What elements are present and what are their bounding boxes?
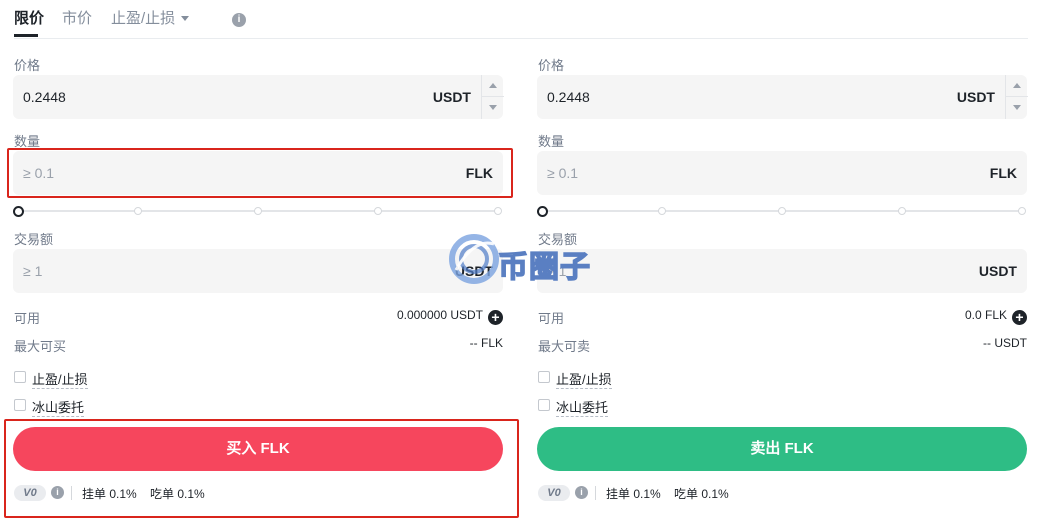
checkbox-icon (14, 371, 26, 383)
divider (595, 486, 596, 500)
sell-amount-input[interactable]: ≥ 0.1 FLK (537, 151, 1027, 195)
buy-max-row: 最大可买 -- FLK (14, 336, 503, 354)
sell-available-value: 0.0 FLK + (965, 308, 1027, 325)
buy-amount-unit: FLK (465, 165, 493, 181)
max-sell-label: 最大可卖 (538, 339, 591, 354)
sell-price-stepper (1005, 75, 1028, 119)
decrement-arrow-icon[interactable] (482, 97, 504, 119)
available-label: 可用 (14, 311, 41, 326)
increment-arrow-icon[interactable] (482, 75, 504, 97)
buy-button[interactable]: 买入 FLK (13, 427, 503, 471)
buy-available-amount: 0.000000 USDT (396, 308, 483, 322)
slider-mark-25[interactable] (134, 207, 142, 215)
maker-fee: 挂单 0.1% (606, 487, 661, 501)
buy-price-unit: USDT (432, 89, 471, 105)
iceberg-option-label: 冰山委托 (32, 397, 85, 417)
sell-fee-info: V0 i 挂单 0.1% 吃单 0.1% (538, 484, 758, 502)
buy-available-row: 可用 0.000000 USDT + (14, 308, 503, 326)
slider-mark-75[interactable] (374, 207, 382, 215)
buy-available-value: 0.000000 USDT + (397, 308, 503, 325)
slider-handle[interactable] (537, 206, 548, 217)
sell-price-input[interactable]: 0.2448 USDT (537, 75, 1028, 119)
max-buy-value: -- FLK (469, 336, 503, 350)
deposit-plus-icon[interactable]: + (488, 310, 503, 325)
tpsl-option-label: 止盈/止损 (32, 369, 88, 389)
max-buy-label: 最大可买 (14, 339, 67, 354)
info-icon[interactable]: i (51, 486, 64, 499)
buy-price-value: 0.2448 (23, 89, 66, 105)
sell-total-placeholder: ≥ 1 (547, 263, 567, 279)
buy-percent-slider[interactable] (13, 205, 503, 217)
sell-button[interactable]: 卖出 FLK (537, 427, 1027, 471)
buy-iceberg-checkbox[interactable]: 冰山委托 (14, 397, 114, 417)
taker-fee: 吃单 0.1% (674, 487, 729, 501)
sell-available-amount: 0.0 FLK (964, 308, 1007, 322)
sell-iceberg-checkbox[interactable]: 冰山委托 (538, 397, 638, 417)
sell-percent-slider[interactable] (537, 205, 1027, 217)
increment-arrow-icon[interactable] (1006, 75, 1028, 97)
sell-total-input[interactable]: ≥ 1 USDT (537, 249, 1027, 293)
slider-mark-50[interactable] (778, 207, 786, 215)
divider (71, 486, 72, 500)
slider-mark-100[interactable] (1018, 207, 1026, 215)
price-label: 价格 (14, 58, 41, 73)
buy-fee-info: V0 i 挂单 0.1% 吃单 0.1% (14, 484, 234, 502)
buy-panel: 价格 0.2448 USDT 数量 ≥ 0.1 FLK 交易额 ≥ 1 USDT… (13, 0, 504, 520)
sell-price-value: 0.2448 (547, 89, 590, 105)
vip-badge: V0 (538, 485, 570, 501)
buy-price-stepper (481, 75, 504, 119)
slider-mark-100[interactable] (494, 207, 502, 215)
checkbox-icon (538, 371, 550, 383)
buy-price-input[interactable]: 0.2448 USDT (13, 75, 504, 119)
checkbox-icon (14, 399, 26, 411)
vip-badge: V0 (14, 485, 46, 501)
sell-amount-placeholder: ≥ 0.1 (547, 165, 579, 181)
sell-max-row: 最大可卖 -- USDT (538, 336, 1027, 354)
sell-panel: 价格 0.2448 USDT 数量 ≥ 0.1 FLK 交易额 ≥ 1 USDT… (537, 0, 1028, 520)
total-label: 交易额 (14, 232, 54, 247)
slider-handle[interactable] (13, 206, 24, 217)
iceberg-option-label: 冰山委托 (556, 397, 609, 417)
sell-amount-unit: FLK (989, 165, 1017, 181)
sell-price-unit: USDT (956, 89, 995, 105)
buy-tpsl-checkbox[interactable]: 止盈/止损 (14, 369, 114, 389)
maker-fee: 挂单 0.1% (82, 487, 137, 501)
amount-label: 数量 (14, 134, 41, 149)
tpsl-option-label: 止盈/止损 (556, 369, 612, 389)
buy-amount-input[interactable]: ≥ 0.1 FLK (13, 151, 503, 195)
info-icon[interactable]: i (575, 486, 588, 499)
taker-fee: 吃单 0.1% (150, 487, 205, 501)
buy-total-unit: USDT (454, 263, 493, 279)
slider-mark-25[interactable] (658, 207, 666, 215)
buy-total-placeholder: ≥ 1 (23, 263, 43, 279)
total-label: 交易额 (538, 232, 578, 247)
sell-total-unit: USDT (978, 263, 1017, 279)
price-label: 价格 (538, 58, 565, 73)
buy-total-input[interactable]: ≥ 1 USDT (13, 249, 503, 293)
amount-label: 数量 (538, 134, 565, 149)
deposit-plus-icon[interactable]: + (1012, 310, 1027, 325)
slider-mark-75[interactable] (898, 207, 906, 215)
slider-mark-50[interactable] (254, 207, 262, 215)
decrement-arrow-icon[interactable] (1006, 97, 1028, 119)
sell-tpsl-checkbox[interactable]: 止盈/止损 (538, 369, 638, 389)
available-label: 可用 (538, 311, 565, 326)
max-sell-value: -- USDT (983, 336, 1027, 350)
checkbox-icon (538, 399, 550, 411)
buy-amount-placeholder: ≥ 0.1 (23, 165, 55, 181)
sell-available-row: 可用 0.0 FLK + (538, 308, 1027, 326)
